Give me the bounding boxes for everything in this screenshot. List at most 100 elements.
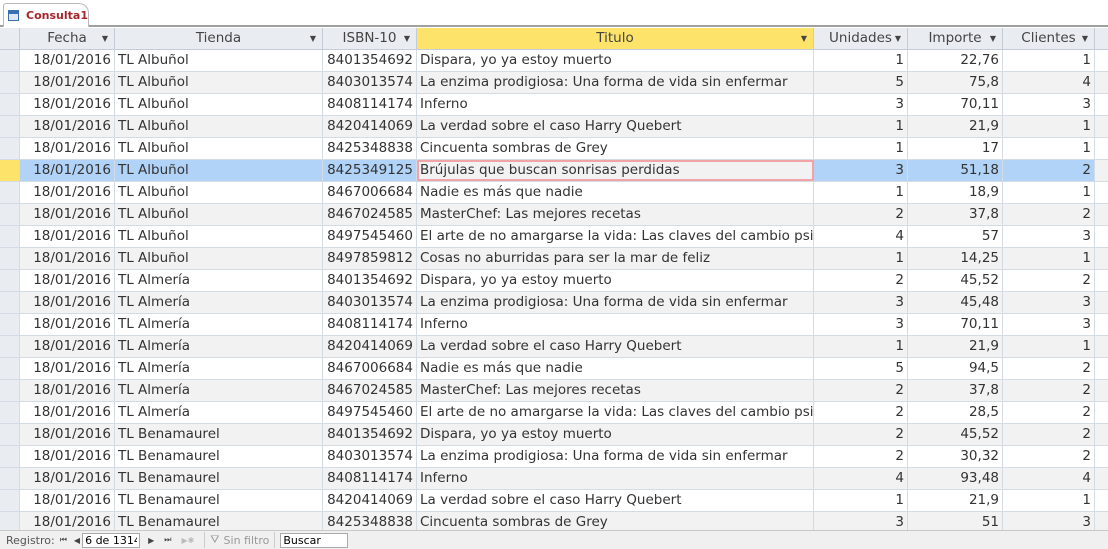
table-row[interactable]: 18/01/2016 TL Albuñol 8467006684 Nadie es m… xyxy=(0,182,1108,204)
cell-isbn[interactable]: 8497545460 xyxy=(323,402,417,423)
cell-tienda[interactable]: TL Albuñol xyxy=(115,138,323,159)
cell-unidades[interactable]: 3 xyxy=(814,160,908,181)
row-selector[interactable] xyxy=(0,270,20,291)
cell-unidades[interactable]: 2 xyxy=(814,270,908,291)
previous-record-icon[interactable]: ◀ xyxy=(74,536,80,545)
cell-importe[interactable]: 45,48 xyxy=(908,292,1003,313)
table-row[interactable]: 18/01/2016 TL Benamaurel 8401354692 Dispara… xyxy=(0,424,1108,446)
cell-clientes[interactable]: 2 xyxy=(1003,270,1095,291)
cell-fecha[interactable]: 18/01/2016 xyxy=(20,336,115,357)
cell-clientes[interactable]: 1 xyxy=(1003,138,1095,159)
cell-importe[interactable]: 45,52 xyxy=(908,270,1003,291)
cell-clientes[interactable]: 4 xyxy=(1003,468,1095,489)
row-selector[interactable] xyxy=(0,248,20,269)
cell-isbn[interactable]: 8408114174 xyxy=(323,314,417,335)
cell-unidades[interactable]: 1 xyxy=(814,138,908,159)
cell-unidades[interactable]: 2 xyxy=(814,424,908,445)
cell-tienda[interactable]: TL Albuñol xyxy=(115,182,323,203)
chevron-down-icon[interactable]: ▼ xyxy=(1082,28,1088,49)
cell-isbn[interactable]: 8401354692 xyxy=(323,50,417,71)
cell-titulo[interactable]: La enzima prodigiosa: Una forma de vida … xyxy=(417,446,814,467)
row-selector[interactable] xyxy=(0,138,20,159)
cell-clientes[interactable]: 3 xyxy=(1003,512,1095,530)
cell-fecha[interactable]: 18/01/2016 xyxy=(20,490,115,511)
column-header-importe[interactable]: Importe ▼ xyxy=(908,28,1003,49)
cell-fecha[interactable]: 18/01/2016 xyxy=(20,182,115,203)
row-selector[interactable] xyxy=(0,116,20,137)
cell-isbn[interactable]: 8467006684 xyxy=(323,182,417,203)
table-row[interactable]: 18/01/2016 TL Almería 8420414069 La verdad … xyxy=(0,336,1108,358)
cell-importe[interactable]: 21,9 xyxy=(908,336,1003,357)
cell-titulo[interactable]: Inferno xyxy=(417,314,814,335)
cell-unidades[interactable]: 1 xyxy=(814,248,908,269)
cell-unidades[interactable]: 3 xyxy=(814,94,908,115)
cell-isbn[interactable]: 8497545460 xyxy=(323,226,417,247)
row-selector[interactable] xyxy=(0,402,20,423)
first-record-icon[interactable]: ⏮ xyxy=(60,535,67,545)
cell-fecha[interactable]: 18/01/2016 xyxy=(20,226,115,247)
cell-titulo[interactable]: Dispara, yo ya estoy muerto xyxy=(417,424,814,445)
row-selector[interactable] xyxy=(0,380,20,401)
cell-titulo[interactable]: La enzima prodigiosa: Una forma de vida … xyxy=(417,72,814,93)
table-row[interactable]: 18/01/2016 TL Albuñol 8401354692 Dispara, y… xyxy=(0,50,1108,72)
cell-tienda[interactable]: TL Albuñol xyxy=(115,226,323,247)
cell-titulo[interactable]: Dispara, yo ya estoy muerto xyxy=(417,50,814,71)
cell-fecha[interactable]: 18/01/2016 xyxy=(20,314,115,335)
cell-unidades[interactable]: 4 xyxy=(814,468,908,489)
table-row[interactable]: 18/01/2016 TL Almería 8467024585 MasterChef… xyxy=(0,380,1108,402)
row-selector[interactable] xyxy=(0,512,20,530)
cell-isbn[interactable]: 8403013574 xyxy=(323,72,417,93)
cell-importe[interactable]: 21,9 xyxy=(908,490,1003,511)
table-row[interactable]: 18/01/2016 TL Albuñol 8420414069 La verdad … xyxy=(0,116,1108,138)
cell-tienda[interactable]: TL Almería xyxy=(115,336,323,357)
cell-clientes[interactable]: 2 xyxy=(1003,424,1095,445)
table-row[interactable]: 18/01/2016 TL Almería 8403013574 La enzima … xyxy=(0,292,1108,314)
cell-isbn[interactable]: 8408114174 xyxy=(323,94,417,115)
cell-isbn[interactable]: 8401354692 xyxy=(323,270,417,291)
cell-unidades[interactable]: 2 xyxy=(814,446,908,467)
cell-fecha[interactable]: 18/01/2016 xyxy=(20,72,115,93)
cell-fecha[interactable]: 18/01/2016 xyxy=(20,512,115,530)
search-input[interactable] xyxy=(280,532,349,548)
cell-importe[interactable]: 30,32 xyxy=(908,446,1003,467)
column-header-tienda[interactable]: Tienda ▼ xyxy=(115,28,323,49)
cell-unidades[interactable]: 1 xyxy=(814,490,908,511)
cell-titulo[interactable]: Nadie es más que nadie xyxy=(417,358,814,379)
table-row[interactable]: 18/01/2016 TL Albuñol 8425349125 Brújulas q… xyxy=(0,160,1108,182)
cell-clientes[interactable]: 1 xyxy=(1003,336,1095,357)
cell-importe[interactable]: 17 xyxy=(908,138,1003,159)
cell-clientes[interactable]: 1 xyxy=(1003,50,1095,71)
column-header-titulo[interactable]: Titulo ▼ xyxy=(417,28,814,49)
cell-importe[interactable]: 28,5 xyxy=(908,402,1003,423)
cell-unidades[interactable]: 3 xyxy=(814,512,908,530)
cell-fecha[interactable]: 18/01/2016 xyxy=(20,402,115,423)
cell-tienda[interactable]: TL Benamaurel xyxy=(115,512,323,530)
cell-titulo[interactable]: La enzima prodigiosa: Una forma de vida … xyxy=(417,292,814,313)
cell-unidades[interactable]: 2 xyxy=(814,380,908,401)
row-selector[interactable] xyxy=(0,314,20,335)
row-selector[interactable] xyxy=(0,490,20,511)
cell-unidades[interactable]: 3 xyxy=(814,292,908,313)
row-selector[interactable] xyxy=(0,94,20,115)
cell-titulo[interactable]: Inferno xyxy=(417,94,814,115)
cell-importe[interactable]: 94,5 xyxy=(908,358,1003,379)
table-row[interactable]: 18/01/2016 TL Albuñol 8408114174 Inferno 3 70… xyxy=(0,94,1108,116)
cell-titulo[interactable]: El arte de no amargarse la vida: Las cla… xyxy=(417,402,814,423)
cell-tienda[interactable]: TL Almería xyxy=(115,292,323,313)
cell-tienda[interactable]: TL Benamaurel xyxy=(115,446,323,467)
next-record-icon[interactable]: ▶ xyxy=(148,536,154,545)
row-selector[interactable] xyxy=(0,204,20,225)
cell-importe[interactable]: 37,8 xyxy=(908,380,1003,401)
table-row[interactable]: 18/01/2016 TL Benamaurel 8420414069 La verd… xyxy=(0,490,1108,512)
row-selector[interactable] xyxy=(0,50,20,71)
cell-importe[interactable]: 70,11 xyxy=(908,314,1003,335)
cell-isbn[interactable]: 8467024585 xyxy=(323,380,417,401)
cell-importe[interactable]: 70,11 xyxy=(908,94,1003,115)
cell-titulo[interactable]: Nadie es más que nadie xyxy=(417,182,814,203)
cell-tienda[interactable]: TL Albuñol xyxy=(115,248,323,269)
chevron-down-icon[interactable]: ▼ xyxy=(895,28,901,49)
table-row[interactable]: 18/01/2016 TL Benamaurel 8403013574 La enzi… xyxy=(0,446,1108,468)
cell-titulo[interactable]: Cincuenta sombras de Grey xyxy=(417,138,814,159)
row-selector[interactable] xyxy=(0,226,20,247)
row-selector[interactable] xyxy=(0,446,20,467)
